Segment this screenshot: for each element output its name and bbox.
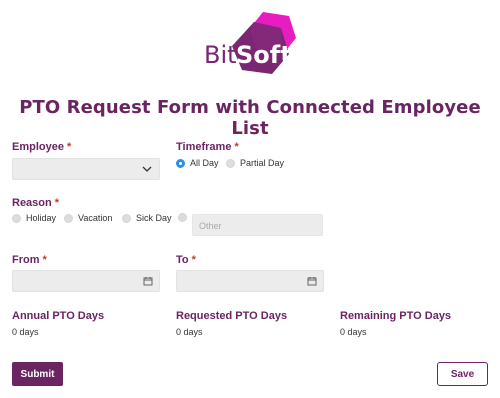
requested-pto-days-label: Requested PTO Days [176, 310, 288, 322]
employee-label-text: Employee [12, 141, 64, 153]
remaining-pto-days-label: Remaining PTO Days [340, 310, 452, 322]
required-asterisk: * [42, 254, 47, 266]
calendar-icon[interactable] [143, 276, 153, 286]
radio-button-checked[interactable] [176, 158, 185, 168]
radio-button[interactable] [12, 213, 21, 223]
calendar-icon[interactable] [307, 276, 317, 286]
requested-pto-days-value: 0 days [176, 327, 203, 337]
logo-text-bit: Bit [204, 41, 237, 69]
from-label: From * [12, 254, 47, 266]
radio-label: Holiday [26, 213, 57, 223]
from-label-text: From [12, 254, 40, 266]
radio-label: Sick Day [136, 213, 172, 223]
annual-pto-days-value: 0 days [12, 327, 39, 337]
employee-select[interactable] [12, 158, 160, 180]
employee-label: Employee * [12, 141, 71, 153]
timeframe-label: Timeframe * [176, 141, 239, 153]
timeframe-label-text: Timeframe [176, 141, 232, 153]
required-asterisk: * [66, 141, 72, 153]
bitsoft-logo: Bit Soft [196, 10, 306, 80]
form-title: PTO Request Form with Connected Employee… [19, 97, 481, 139]
annual-pto-days-label: Annual PTO Days [12, 310, 105, 322]
reason-label-text: Reason [12, 197, 52, 209]
radio-button[interactable] [178, 213, 187, 222]
radio-button[interactable] [226, 158, 235, 168]
reason-option-holiday[interactable]: Holiday [12, 213, 56, 223]
pto-request-form-page: Bit Soft PTO Request Form with Connected… [0, 0, 500, 398]
to-label: To * [176, 254, 196, 266]
reason-option-sick-day[interactable]: Sick Day [122, 213, 172, 223]
reason-option-other[interactable] [178, 213, 192, 222]
reason-other-input[interactable]: Other [192, 214, 323, 236]
from-date-input[interactable] [12, 270, 160, 292]
reason-label: Reason * [12, 197, 59, 209]
submit-button[interactable]: Submit [12, 362, 63, 386]
to-date-input[interactable] [176, 270, 324, 292]
required-asterisk: * [234, 141, 239, 153]
radio-label: All Day [190, 158, 219, 168]
radio-label: Vacation [78, 213, 113, 223]
timeframe-option-all-day[interactable]: All Day [176, 158, 219, 168]
required-asterisk: * [191, 254, 196, 266]
save-button[interactable]: Save [437, 362, 488, 386]
radio-label: Partial Day [240, 158, 285, 168]
chevron-down-icon [142, 166, 152, 172]
remaining-pto-days-value: 0 days [340, 327, 367, 337]
required-asterisk: * [54, 197, 60, 209]
to-label-text: To [176, 254, 189, 266]
timeframe-option-partial-day[interactable]: Partial Day [226, 158, 284, 168]
radio-button[interactable] [64, 213, 73, 223]
logo-text-soft: Soft [236, 41, 292, 69]
radio-button[interactable] [122, 213, 131, 223]
reason-option-vacation[interactable]: Vacation [64, 213, 112, 223]
